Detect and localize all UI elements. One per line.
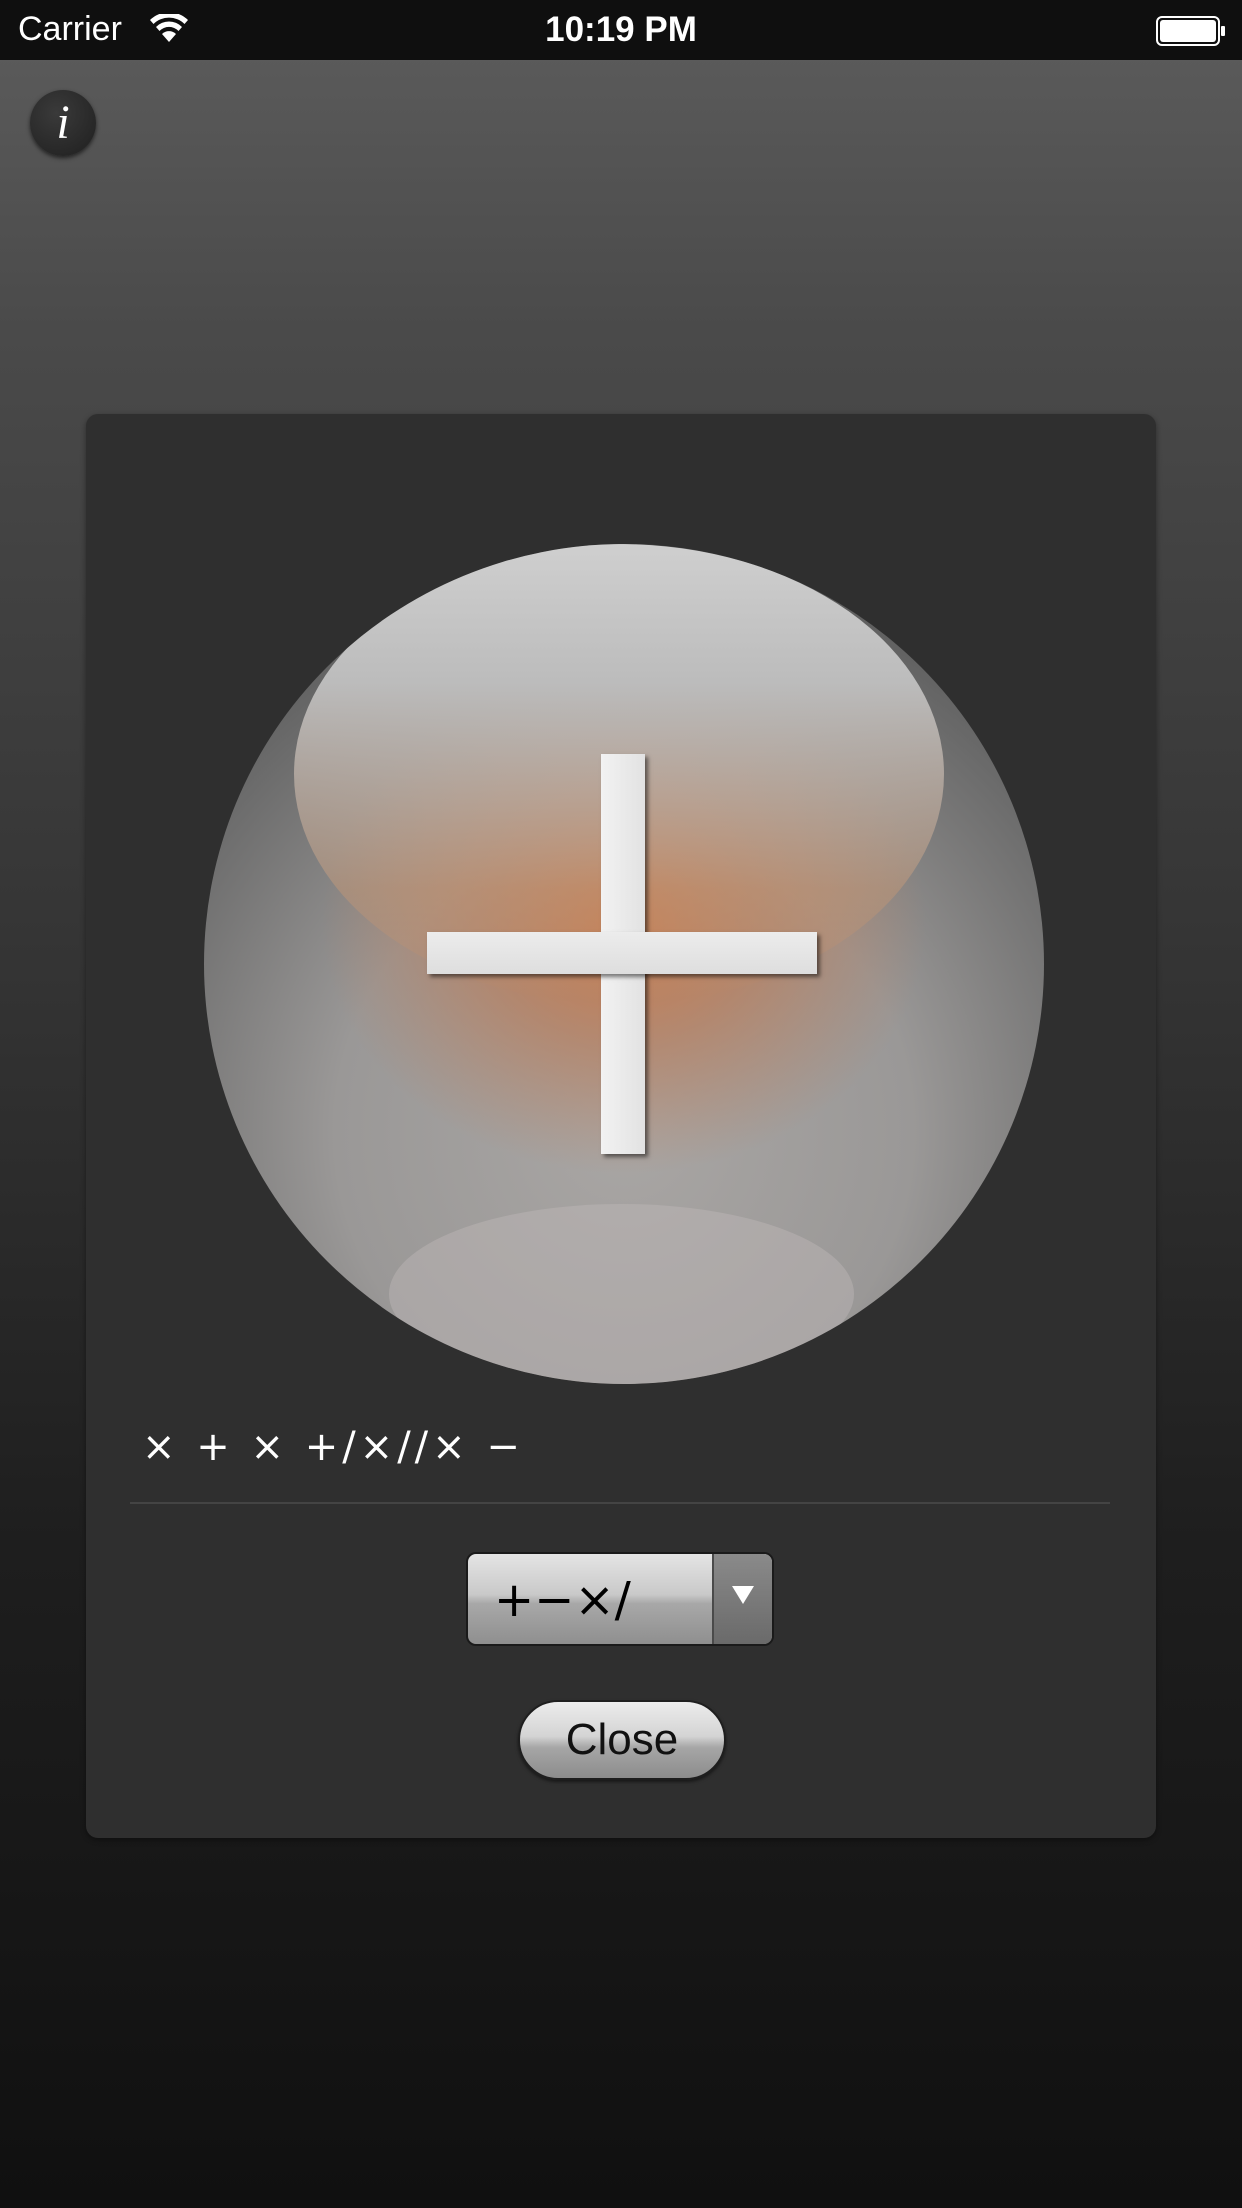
operator-panel: × + × +/×//× − +−×/ Close: [86, 414, 1156, 1838]
info-button[interactable]: i: [30, 90, 96, 156]
info-icon: i: [56, 96, 70, 149]
operator-sequence: × + × +/×//× −: [142, 1424, 524, 1470]
operator-select[interactable]: +−×/: [466, 1552, 774, 1646]
sphere-reflection: [389, 1204, 854, 1384]
divider: [130, 1502, 1110, 1504]
close-button[interactable]: Close: [518, 1700, 726, 1780]
status-bar: Carrier 10:19 PM: [0, 0, 1242, 60]
operator-select-toggle[interactable]: [712, 1554, 772, 1644]
battery-icon: [1156, 16, 1225, 46]
operator-select-value: +−×/: [494, 1572, 631, 1628]
status-time: 10:19 PM: [545, 10, 697, 49]
chevron-down-icon: [732, 1586, 754, 1604]
plus-icon-horizontal-bar: [427, 932, 817, 974]
operator-sphere: [204, 544, 1044, 1384]
